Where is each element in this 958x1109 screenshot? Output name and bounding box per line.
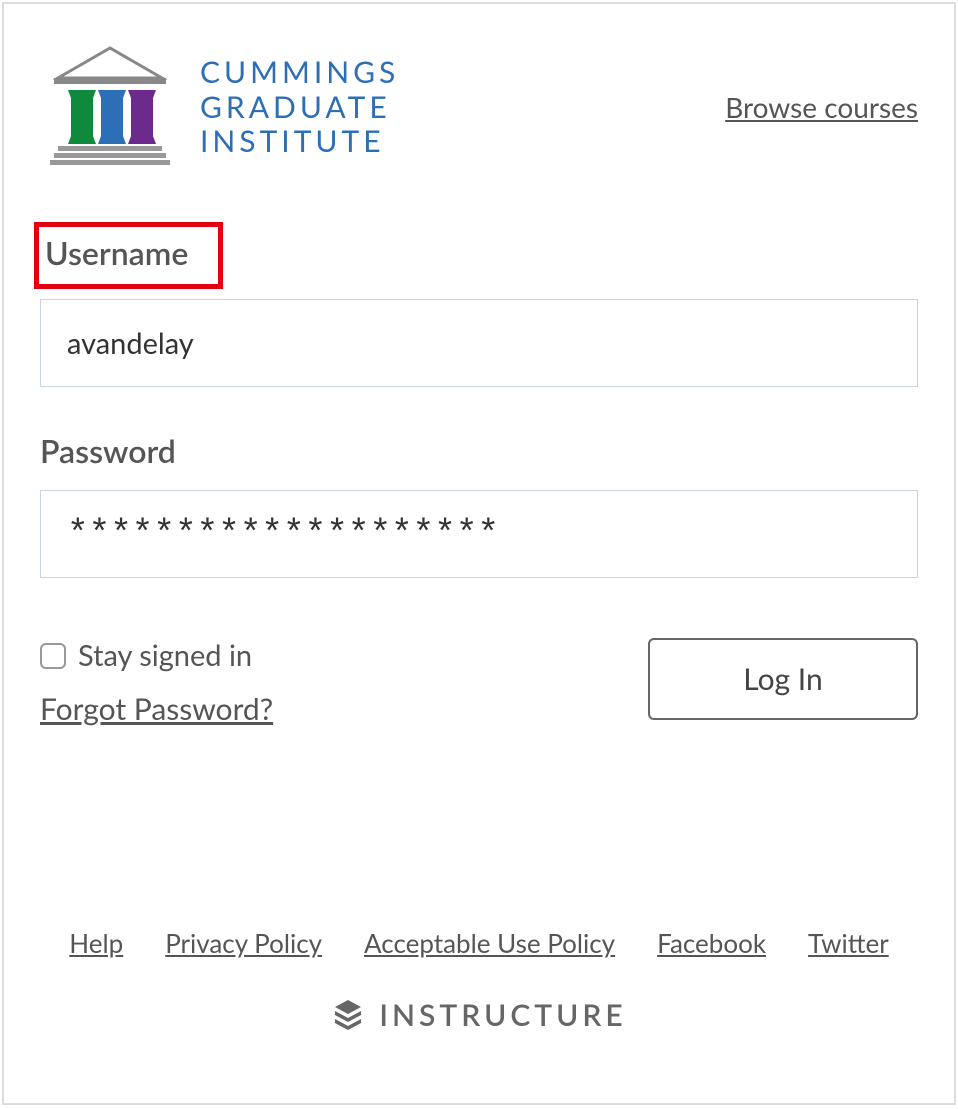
logo-line-1: CUMMINGS xyxy=(200,55,399,90)
instructure-logo-icon xyxy=(331,998,365,1032)
left-actions: Stay signed in Forgot Password? xyxy=(40,638,273,727)
username-input[interactable] xyxy=(40,299,918,387)
username-label-highlight: Username xyxy=(34,222,223,289)
stay-signed-label: Stay signed in xyxy=(78,638,252,673)
footer-twitter-link[interactable]: Twitter xyxy=(808,927,889,959)
login-button[interactable]: Log In xyxy=(648,638,918,720)
username-label: Username xyxy=(43,229,198,278)
logo: CUMMINGS GRADUATE INSTITUTE xyxy=(40,42,399,172)
footer-facebook-link[interactable]: Facebook xyxy=(657,927,766,959)
username-group: Username xyxy=(40,222,918,387)
logo-line-2: GRADUATE xyxy=(200,90,399,125)
logo-text: CUMMINGS GRADUATE INSTITUTE xyxy=(200,55,399,159)
footer-aup-link[interactable]: Acceptable Use Policy xyxy=(364,927,615,959)
password-input[interactable]: ******************** xyxy=(40,490,918,578)
footer-links: Help Privacy Policy Acceptable Use Polic… xyxy=(4,927,954,959)
login-form: Username Password ******************** S… xyxy=(40,222,918,727)
browse-courses-link[interactable]: Browse courses xyxy=(725,90,918,124)
footer: Help Privacy Policy Acceptable Use Polic… xyxy=(4,927,954,1033)
instructure-brand: INSTRUCTURE xyxy=(4,997,954,1033)
stay-signed-row[interactable]: Stay signed in xyxy=(40,638,273,673)
forgot-password-link[interactable]: Forgot Password? xyxy=(40,691,273,727)
form-actions: Stay signed in Forgot Password? Log In xyxy=(40,638,918,727)
stay-signed-checkbox[interactable] xyxy=(40,643,66,669)
password-group: Password ******************** xyxy=(40,427,918,578)
footer-privacy-link[interactable]: Privacy Policy xyxy=(165,927,322,959)
logo-line-3: INSTITUTE xyxy=(200,124,399,159)
footer-help-link[interactable]: Help xyxy=(69,927,123,959)
password-label: Password xyxy=(40,427,186,476)
instructure-label: INSTRUCTURE xyxy=(379,997,626,1033)
header: CUMMINGS GRADUATE INSTITUTE Browse cours… xyxy=(40,42,918,172)
login-card: CUMMINGS GRADUATE INSTITUTE Browse cours… xyxy=(2,2,956,1105)
institution-logo-icon xyxy=(40,42,180,172)
